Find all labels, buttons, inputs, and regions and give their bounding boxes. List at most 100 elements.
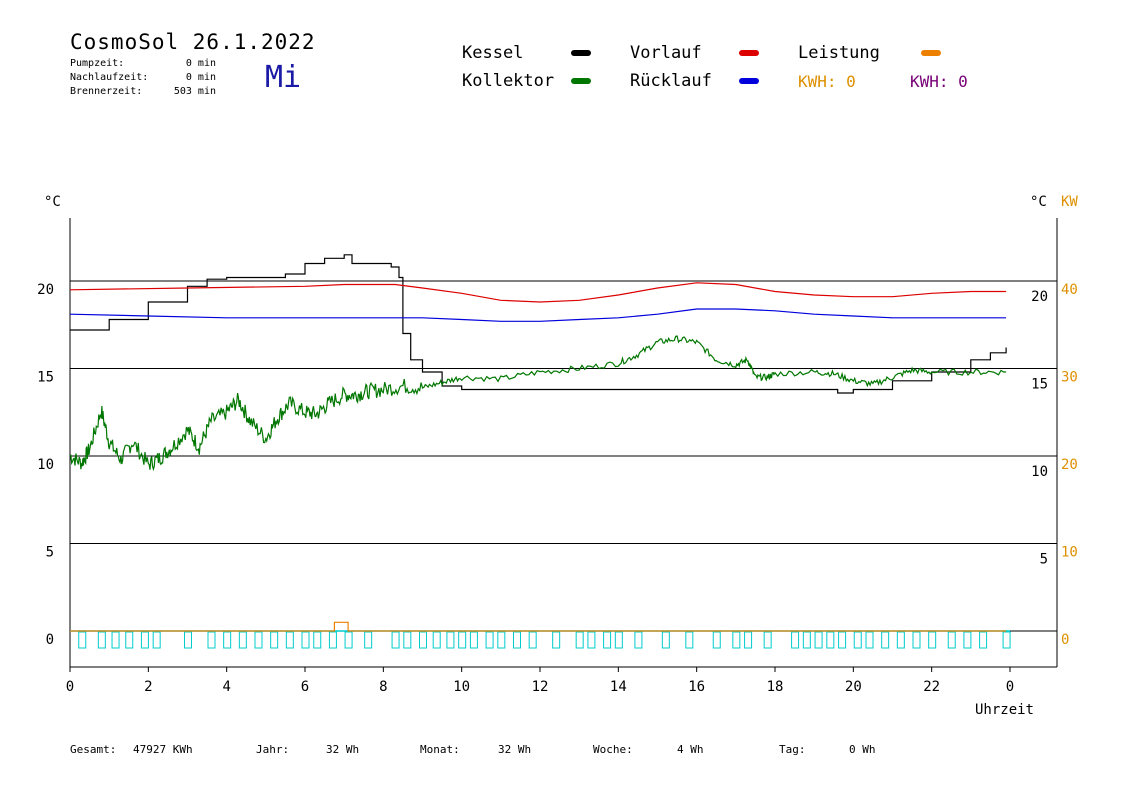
pump-pulse bbox=[391, 631, 400, 649]
temperature-chart: 0 2 4 6 8 10 12 14 16 18 20 22 0 0 5 10 15 20 5 10 15 20 0 10 20… bbox=[37, 194, 1078, 718]
x-tick-label: 18 bbox=[767, 679, 784, 695]
pump-pulse bbox=[207, 631, 216, 649]
pump-pulse bbox=[763, 631, 772, 649]
pump-pulse bbox=[744, 631, 753, 649]
pump-pulse bbox=[125, 631, 134, 649]
pump-pulse bbox=[419, 631, 427, 649]
pump-pulse bbox=[152, 631, 161, 649]
x-tick-label: 12 bbox=[532, 679, 549, 695]
footer-monat-value: 32 Wh bbox=[498, 743, 532, 756]
footer-woche-value: 4 Wh bbox=[677, 743, 704, 756]
pump-pulse bbox=[184, 631, 192, 649]
x-tick-label: 6 bbox=[301, 679, 309, 695]
pump-pulse bbox=[732, 631, 741, 649]
pump-pulse bbox=[1002, 631, 1011, 649]
pump-pulse bbox=[111, 631, 120, 649]
y-kw-tick-label: 20 bbox=[1061, 457, 1078, 473]
y-right-unit: °C bbox=[1030, 194, 1047, 210]
pump-pulse bbox=[458, 631, 467, 649]
footer-gesamt-label: Gesamt: bbox=[70, 743, 117, 756]
series-line-kessel bbox=[70, 254, 1007, 394]
y-left-tick-label: 10 bbox=[37, 457, 54, 473]
y-left-tick-label: 20 bbox=[37, 282, 54, 298]
footer-woche-label: Woche: bbox=[593, 743, 633, 756]
pump-pulse bbox=[364, 631, 373, 649]
pump-pulse bbox=[485, 631, 494, 649]
y-right-tick-label: 10 bbox=[1031, 464, 1048, 480]
y-left-unit: °C bbox=[44, 194, 61, 210]
pump-pulse bbox=[947, 631, 956, 649]
pump-pulse bbox=[432, 631, 441, 649]
pump-pulse bbox=[528, 631, 537, 649]
x-tick-label: 20 bbox=[845, 679, 862, 695]
pump-pulse bbox=[328, 631, 337, 649]
pump-pulse bbox=[285, 631, 294, 649]
pump-pulse bbox=[140, 631, 149, 649]
pump-pulse bbox=[97, 631, 106, 649]
series-line-leistung bbox=[70, 621, 1007, 632]
pump-pulse bbox=[254, 631, 263, 649]
x-tick-label: 0 bbox=[1006, 679, 1014, 695]
pump-pulse bbox=[301, 631, 310, 649]
chart-series bbox=[69, 254, 1011, 649]
pump-pulse bbox=[446, 631, 455, 649]
y-kw-unit: KW bbox=[1061, 194, 1078, 210]
y-kw-tick-label: 0 bbox=[1061, 632, 1069, 648]
x-tick-label: 2 bbox=[144, 679, 152, 695]
x-axis-label: Uhrzeit bbox=[975, 702, 1034, 718]
pump-pulse bbox=[238, 631, 247, 649]
pump-pulse bbox=[603, 631, 612, 649]
x-tick-label: 10 bbox=[453, 679, 470, 695]
x-tick-label: 4 bbox=[222, 679, 230, 695]
series-line-kollektor bbox=[69, 335, 1007, 472]
x-tick-label: 14 bbox=[610, 679, 627, 695]
pump-pulse bbox=[826, 631, 835, 649]
pump-pulse bbox=[313, 631, 322, 649]
pump-pulse bbox=[881, 631, 890, 649]
pump-pulse bbox=[469, 631, 478, 649]
pump-pulse bbox=[497, 631, 506, 649]
footer-tag-value: 0 Wh bbox=[849, 743, 876, 756]
pump-pulse bbox=[712, 631, 721, 649]
y-left-tick-label: 5 bbox=[46, 545, 54, 561]
series-line-vorlauf bbox=[69, 282, 1007, 303]
footer-jahr-label: Jahr: bbox=[256, 743, 290, 756]
pump-pulse bbox=[896, 631, 905, 649]
pump-pulse bbox=[838, 631, 847, 649]
y-right-tick-label: 5 bbox=[1040, 552, 1048, 568]
pump-pulse bbox=[802, 631, 811, 649]
pump-pulses bbox=[78, 631, 1011, 649]
footer-jahr-value: 32 Wh bbox=[326, 743, 360, 756]
pump-pulse bbox=[552, 631, 561, 649]
chart-axes bbox=[69, 218, 1058, 672]
pump-pulse bbox=[853, 631, 862, 649]
x-tick-label: 16 bbox=[688, 679, 705, 695]
pump-pulse bbox=[912, 631, 921, 649]
pump-pulse bbox=[661, 631, 670, 649]
y-right-tick-label: 20 bbox=[1031, 289, 1048, 305]
pump-pulse bbox=[791, 631, 800, 649]
pump-pulse bbox=[979, 631, 988, 649]
footer-gesamt-value: 47927 KWh bbox=[133, 743, 193, 756]
pump-pulse bbox=[344, 631, 353, 649]
pump-pulse bbox=[865, 631, 874, 649]
pump-pulse bbox=[814, 631, 823, 649]
pump-pulse bbox=[963, 631, 972, 649]
y-left-tick-label: 0 bbox=[46, 632, 54, 648]
y-left-tick-label: 15 bbox=[37, 370, 54, 386]
y-kw-tick-label: 30 bbox=[1061, 370, 1078, 386]
pump-pulse bbox=[78, 631, 87, 649]
pump-pulse bbox=[223, 631, 232, 649]
series-line-ruecklauf bbox=[69, 308, 1007, 322]
pump-pulse bbox=[614, 631, 623, 649]
pump-pulse bbox=[634, 631, 643, 649]
pump-pulse bbox=[513, 631, 521, 649]
pump-pulse bbox=[587, 631, 596, 649]
y-right-tick-label: 15 bbox=[1031, 377, 1048, 393]
x-tick-label: 22 bbox=[923, 679, 940, 695]
x-tick-label: 0 bbox=[66, 679, 74, 695]
pump-pulse bbox=[403, 631, 412, 649]
pump-pulse bbox=[928, 631, 937, 649]
y-kw-tick-label: 10 bbox=[1061, 545, 1078, 561]
footer-monat-label: Monat: bbox=[420, 743, 460, 756]
